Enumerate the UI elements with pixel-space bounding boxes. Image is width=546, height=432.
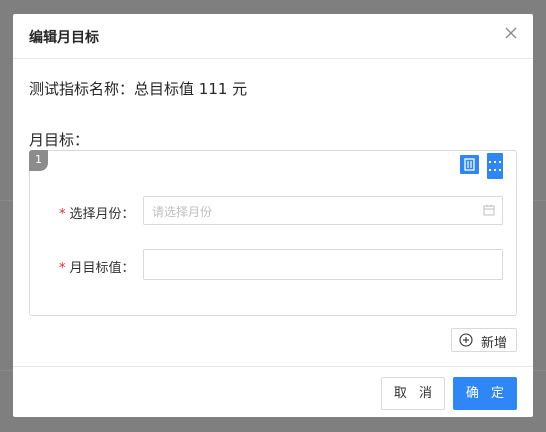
add-button-label: 新增 (481, 336, 508, 351)
drag-handle[interactable] (487, 153, 503, 179)
month-picker-input[interactable]: 请选择月份 (143, 196, 503, 225)
delete-icon (464, 158, 475, 171)
delete-button[interactable] (460, 155, 479, 174)
card-index-badge: 1 (29, 150, 48, 171)
month-picker-placeholder: 请选择月份 (152, 205, 213, 219)
dialog-header: 编辑月目标 (13, 14, 533, 59)
month-target-card: 1 * 选择月份： 请选择月份 * 月目标值： (29, 150, 517, 316)
edit-month-target-dialog: 编辑月目标 测试指标名称：总目标值 111 元 月目标： 1 * 选择月份： 请… (13, 14, 533, 417)
cancel-button[interactable]: 取 消 (381, 377, 445, 410)
drag-handle-icon (489, 161, 501, 171)
dialog-title: 编辑月目标 (29, 30, 99, 46)
target-value-input[interactable] (143, 249, 503, 280)
month-target-section-label: 月目标： (29, 131, 90, 149)
calendar-icon (483, 205, 495, 216)
target-value-label: * 月目标值： (59, 261, 135, 276)
close-icon[interactable] (503, 25, 519, 41)
dialog-footer: 取 消 确 定 (13, 366, 533, 417)
add-button[interactable]: 新增 (451, 328, 517, 352)
confirm-button[interactable]: 确 定 (453, 377, 517, 410)
indicator-summary: 测试指标名称：总目标值 111 元 (29, 80, 248, 98)
plus-circle-icon (459, 333, 473, 347)
month-field-label: * 选择月份： (59, 207, 135, 222)
